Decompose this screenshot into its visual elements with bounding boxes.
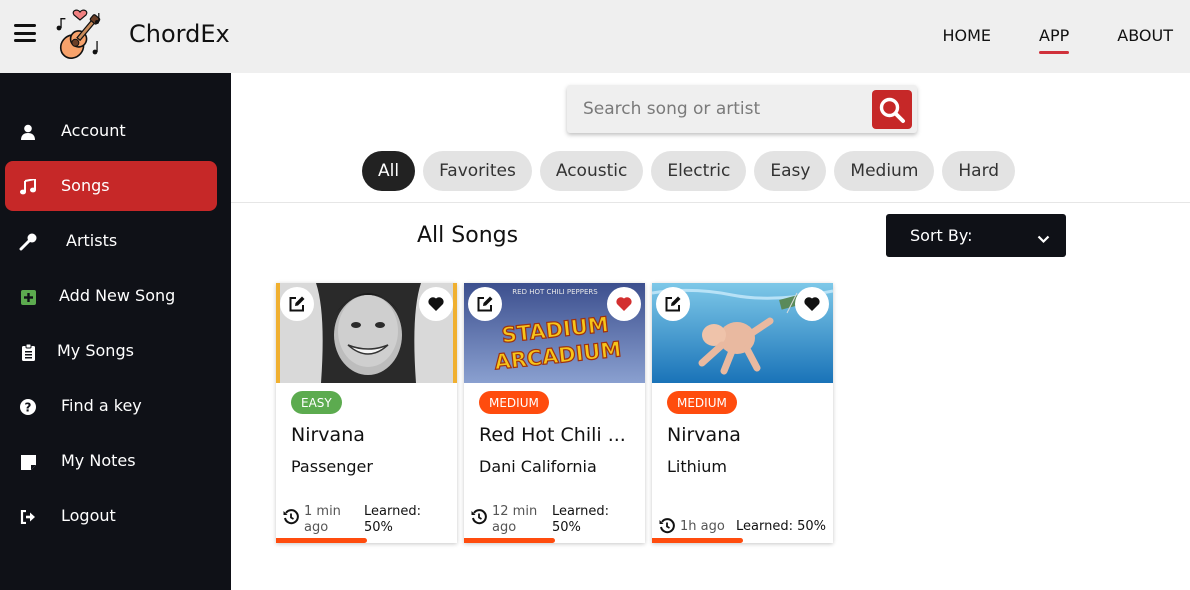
sidebar: Account Songs Artists Add New Song My So…	[0, 73, 231, 590]
sidebar-item-label: Songs	[61, 176, 110, 195]
nav-about-link[interactable]: ABOUT	[1117, 26, 1173, 45]
search-input[interactable]	[567, 85, 867, 133]
difficulty-badge: MEDIUM	[479, 391, 549, 414]
artist-name: Red Hot Chili ...	[479, 424, 626, 446]
history-icon	[659, 518, 675, 538]
clipboard-list-icon	[19, 343, 37, 361]
learned-progress-text: Learned: 50%	[552, 504, 609, 535]
edit-button[interactable]	[656, 287, 690, 321]
sidebar-item-my-notes[interactable]: My Notes	[5, 436, 217, 486]
heart-icon	[804, 297, 820, 311]
sidebar-item-label: Logout	[61, 506, 116, 525]
filter-chips: All Favorites Acoustic Electric Easy Med…	[362, 151, 1016, 191]
guitar-logo-icon	[50, 8, 108, 62]
edit-icon	[665, 296, 681, 312]
history-icon	[283, 509, 299, 529]
search-bar	[567, 85, 917, 133]
music-note-icon	[19, 178, 37, 196]
app-header: ChordEx HOME APP ABOUT	[0, 0, 1190, 73]
heart-icon	[616, 297, 632, 311]
learned-progress-text: Learned: 50%	[364, 504, 421, 535]
learned-progress-bar	[652, 538, 833, 543]
sidebar-item-label: My Songs	[57, 341, 134, 360]
menu-icon[interactable]	[14, 24, 36, 42]
learned-progress-bar	[276, 538, 457, 543]
artist-name: Nirvana	[667, 424, 741, 446]
song-card[interactable]: EASY Nirvana Passenger 1 min ago Learned…	[276, 283, 457, 543]
user-icon	[19, 123, 37, 141]
cover-band-text: RED HOT CHILI PEPPERS	[512, 288, 598, 296]
filter-hard[interactable]: Hard	[942, 151, 1016, 191]
nav-app-link[interactable]: APP	[1039, 26, 1070, 54]
song-title: Dani California	[479, 457, 597, 476]
learned-progress-text: Learned: 50%	[736, 519, 826, 534]
sidebar-item-logout[interactable]: Logout	[5, 491, 217, 541]
sidebar-item-artists[interactable]: Artists	[5, 216, 217, 266]
question-circle-icon: ?	[19, 398, 37, 416]
heart-icon	[428, 297, 444, 311]
nav-home-link[interactable]: HOME	[942, 26, 991, 45]
chevron-down-icon	[1037, 229, 1050, 248]
edit-icon	[289, 296, 305, 312]
difficulty-badge: EASY	[291, 391, 342, 414]
search-button[interactable]	[872, 90, 912, 129]
sidebar-item-label: Add New Song	[59, 286, 176, 305]
favorite-button[interactable]	[419, 287, 453, 321]
sort-label: Sort By:	[910, 226, 973, 245]
top-nav: HOME APP ABOUT	[942, 26, 1173, 54]
sticky-note-icon	[19, 453, 37, 471]
sidebar-item-add-new-song[interactable]: Add New Song	[5, 271, 217, 321]
edit-icon	[477, 296, 493, 312]
filter-easy[interactable]: Easy	[754, 151, 827, 191]
divider	[231, 202, 1190, 203]
last-played-time: 1h ago	[680, 519, 725, 534]
search-icon	[879, 97, 905, 123]
section-title: All Songs	[417, 223, 519, 248]
edit-button[interactable]	[468, 287, 502, 321]
sidebar-item-label: Artists	[66, 231, 118, 250]
plus-square-icon	[19, 288, 37, 306]
filter-electric[interactable]: Electric	[651, 151, 747, 191]
filter-acoustic[interactable]: Acoustic	[539, 151, 644, 191]
sort-dropdown[interactable]: Sort By:	[886, 214, 1066, 257]
sign-out-icon	[19, 508, 37, 526]
song-card[interactable]: RED HOT CHILI PEPPERS STADIUM ARCADIUM M…	[464, 283, 645, 543]
svg-text:?: ?	[25, 401, 32, 415]
sidebar-item-label: Find a key	[61, 396, 142, 415]
microphone-icon	[19, 233, 37, 251]
artist-name: Nirvana	[291, 424, 365, 446]
sidebar-item-my-songs[interactable]: My Songs	[5, 326, 217, 376]
favorite-button[interactable]	[607, 287, 641, 321]
filter-favorites[interactable]: Favorites	[423, 151, 532, 191]
last-played-time: 1 min ago	[304, 504, 341, 535]
sidebar-item-label: Account	[61, 121, 126, 140]
song-card[interactable]: MEDIUM Nirvana Lithium 1h ago Learned: 5…	[652, 283, 833, 543]
sidebar-item-songs[interactable]: Songs	[5, 161, 217, 211]
sidebar-item-account[interactable]: Account	[5, 106, 217, 156]
app-title[interactable]: ChordEx	[129, 20, 230, 48]
filter-all[interactable]: All	[362, 151, 416, 191]
edit-button[interactable]	[280, 287, 314, 321]
last-played-time: 12 min ago	[492, 504, 538, 535]
history-icon	[471, 509, 487, 529]
sidebar-item-label: My Notes	[61, 451, 136, 470]
difficulty-badge: MEDIUM	[667, 391, 737, 414]
song-title: Lithium	[667, 457, 727, 476]
learned-progress-bar	[464, 538, 645, 543]
song-title: Passenger	[291, 457, 373, 476]
sidebar-item-find-a-key[interactable]: ? Find a key	[5, 381, 217, 431]
favorite-button[interactable]	[795, 287, 829, 321]
filter-medium[interactable]: Medium	[834, 151, 935, 191]
